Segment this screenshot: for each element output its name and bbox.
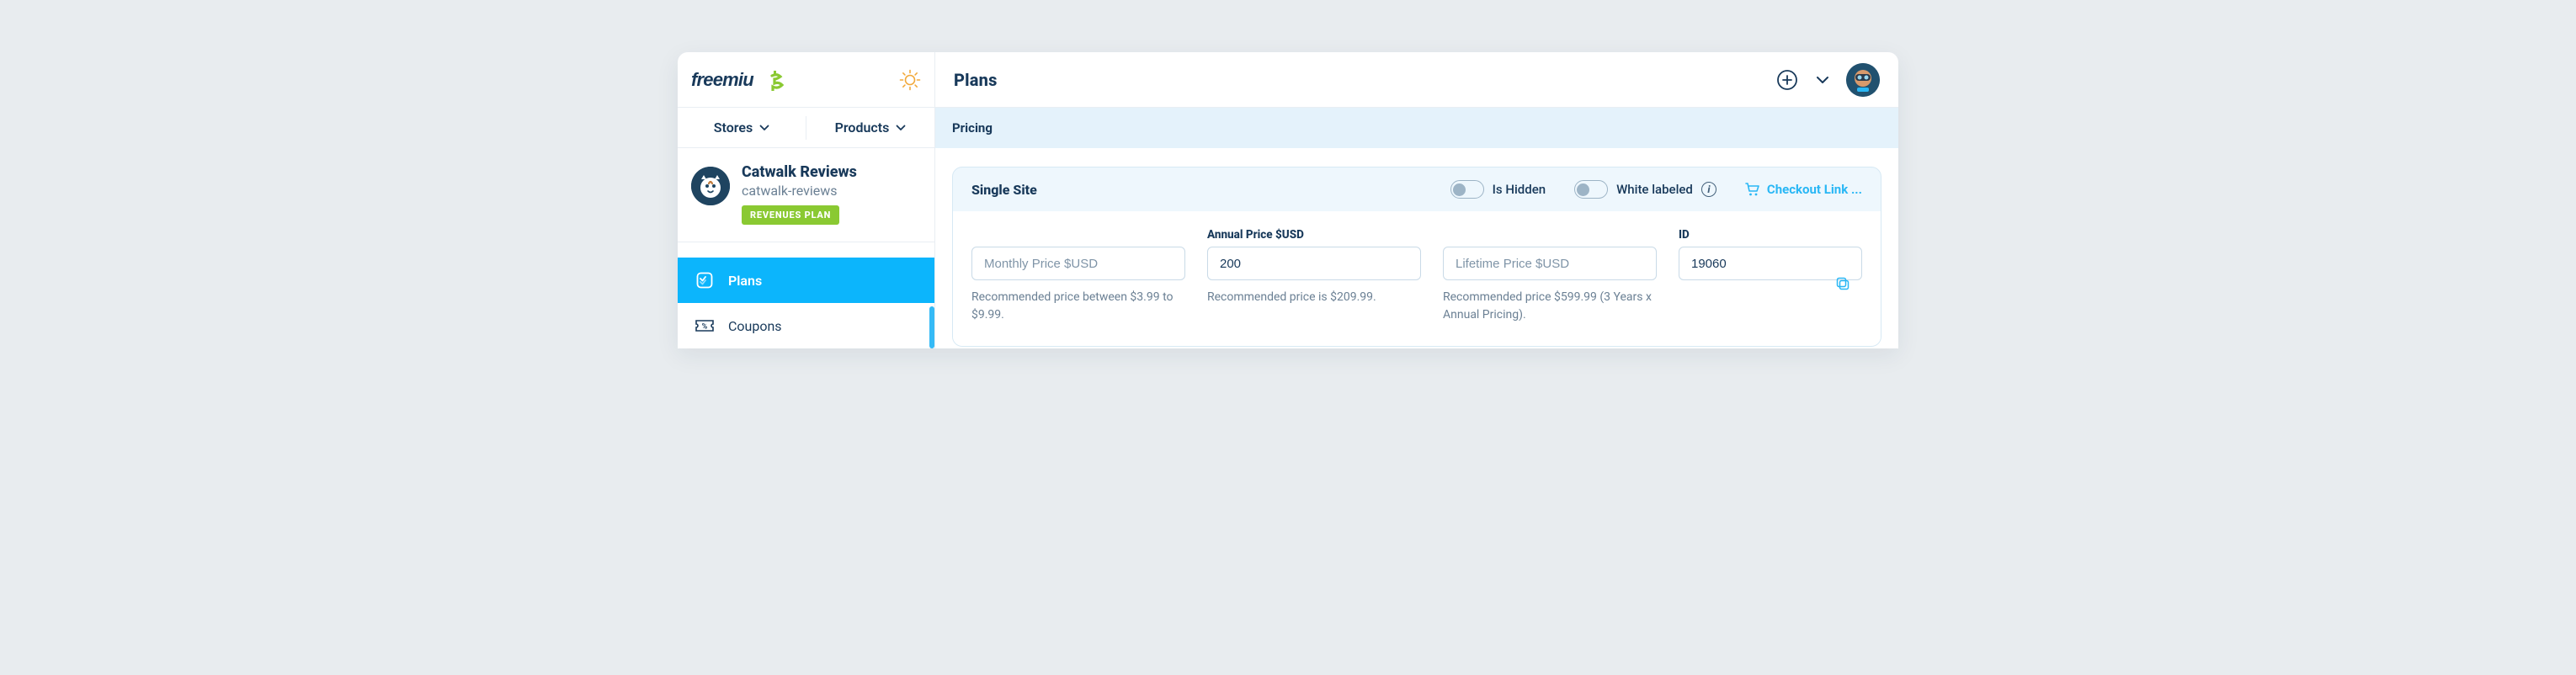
sidebar: Stores Products	[678, 108, 935, 348]
lifetime-price-input[interactable]	[1443, 247, 1657, 280]
sidebar-nav: Plans % Coupons	[678, 242, 934, 348]
nav-item-plans[interactable]: Plans	[678, 258, 934, 303]
panel-title: Single Site	[971, 182, 1037, 198]
annual-price-field: Annual Price $USD Recommended price is $…	[1207, 228, 1421, 324]
header-dropdown[interactable]	[1811, 68, 1834, 92]
checkout-link-button[interactable]: Checkout Link ...	[1745, 182, 1862, 197]
cart-icon	[1745, 183, 1760, 196]
checkout-link-label: Checkout Link ...	[1767, 182, 1862, 197]
annual-price-helper: Recommended price is $209.99.	[1207, 289, 1421, 306]
avatar-icon	[1846, 63, 1880, 97]
brand-logo[interactable]: freemiu	[678, 69, 885, 91]
monthly-price-input[interactable]	[971, 247, 1185, 280]
copy-icon	[1835, 276, 1850, 291]
stores-dropdown-label: Stores	[714, 120, 753, 136]
nav-item-coupons[interactable]: % Coupons	[678, 303, 934, 348]
panel-body: . Recommended price between $3.99 to $9.…	[953, 211, 1881, 346]
product-name: Catwalk Reviews	[742, 163, 921, 181]
pricing-panel: Single Site Is Hidden White labeled i	[952, 167, 1881, 347]
info-icon[interactable]: i	[1701, 182, 1716, 197]
is-hidden-toggle-group: Is Hidden	[1450, 180, 1546, 199]
svg-text:%: %	[702, 323, 708, 332]
plans-icon	[695, 271, 715, 290]
product-card: Catwalk Reviews catwalk-reviews REVENUES…	[678, 148, 934, 242]
coupons-icon: %	[695, 318, 715, 333]
tab-pricing[interactable]: Pricing	[952, 120, 993, 136]
sun-icon	[899, 69, 921, 91]
products-dropdown[interactable]: Products	[806, 120, 934, 136]
nav-item-label: Plans	[728, 273, 762, 289]
white-labeled-toggle[interactable]	[1574, 180, 1608, 199]
plus-circle-icon	[1776, 69, 1798, 91]
cat-icon	[691, 167, 730, 205]
monthly-price-field: . Recommended price between $3.99 to $9.…	[971, 228, 1185, 324]
is-hidden-label: Is Hidden	[1493, 182, 1546, 197]
sidebar-selector-bar: Stores Products	[678, 108, 934, 148]
id-input[interactable]	[1679, 247, 1862, 280]
app-window: freemiu	[678, 52, 1898, 348]
page-title: Plans	[935, 70, 1775, 90]
is-hidden-toggle[interactable]	[1450, 180, 1484, 199]
user-avatar[interactable]	[1846, 63, 1880, 97]
annual-price-label: Annual Price $USD	[1207, 228, 1421, 247]
header-actions	[1775, 63, 1898, 97]
monthly-price-helper: Recommended price between $3.99 to $9.99…	[971, 289, 1185, 324]
chevron-down-icon	[1816, 76, 1829, 84]
product-logo	[691, 167, 730, 205]
white-labeled-toggle-group: White labeled i	[1574, 180, 1716, 199]
svg-text:freemiu: freemiu	[691, 69, 754, 90]
lifetime-price-helper: Recommended price $599.99 (3 Years x Ann…	[1443, 289, 1657, 324]
annual-price-input[interactable]	[1207, 247, 1421, 280]
white-labeled-label: White labeled	[1616, 182, 1693, 197]
id-label: ID	[1679, 228, 1862, 247]
content-area: Pricing Single Site Is Hidden White labe…	[935, 108, 1898, 348]
products-dropdown-label: Products	[835, 120, 890, 136]
panel-header: Single Site Is Hidden White labeled i	[953, 167, 1881, 211]
product-plan-badge: REVENUES PLAN	[742, 205, 839, 225]
id-field: ID	[1679, 228, 1862, 324]
theme-toggle[interactable]	[885, 52, 935, 108]
app-header: freemiu	[678, 52, 1898, 108]
add-button[interactable]	[1775, 68, 1799, 92]
sidebar-scrollbar[interactable]	[929, 306, 934, 348]
lifetime-price-field: . Recommended price $599.99 (3 Years x A…	[1443, 228, 1657, 324]
chevron-down-icon	[759, 125, 769, 131]
copy-id-button[interactable]	[1835, 276, 1854, 295]
tabs-bar: Pricing	[935, 108, 1898, 148]
nav-item-label: Coupons	[728, 318, 782, 334]
product-slug: catwalk-reviews	[742, 183, 921, 199]
chevron-down-icon	[896, 125, 906, 131]
stores-dropdown[interactable]: Stores	[678, 120, 806, 136]
